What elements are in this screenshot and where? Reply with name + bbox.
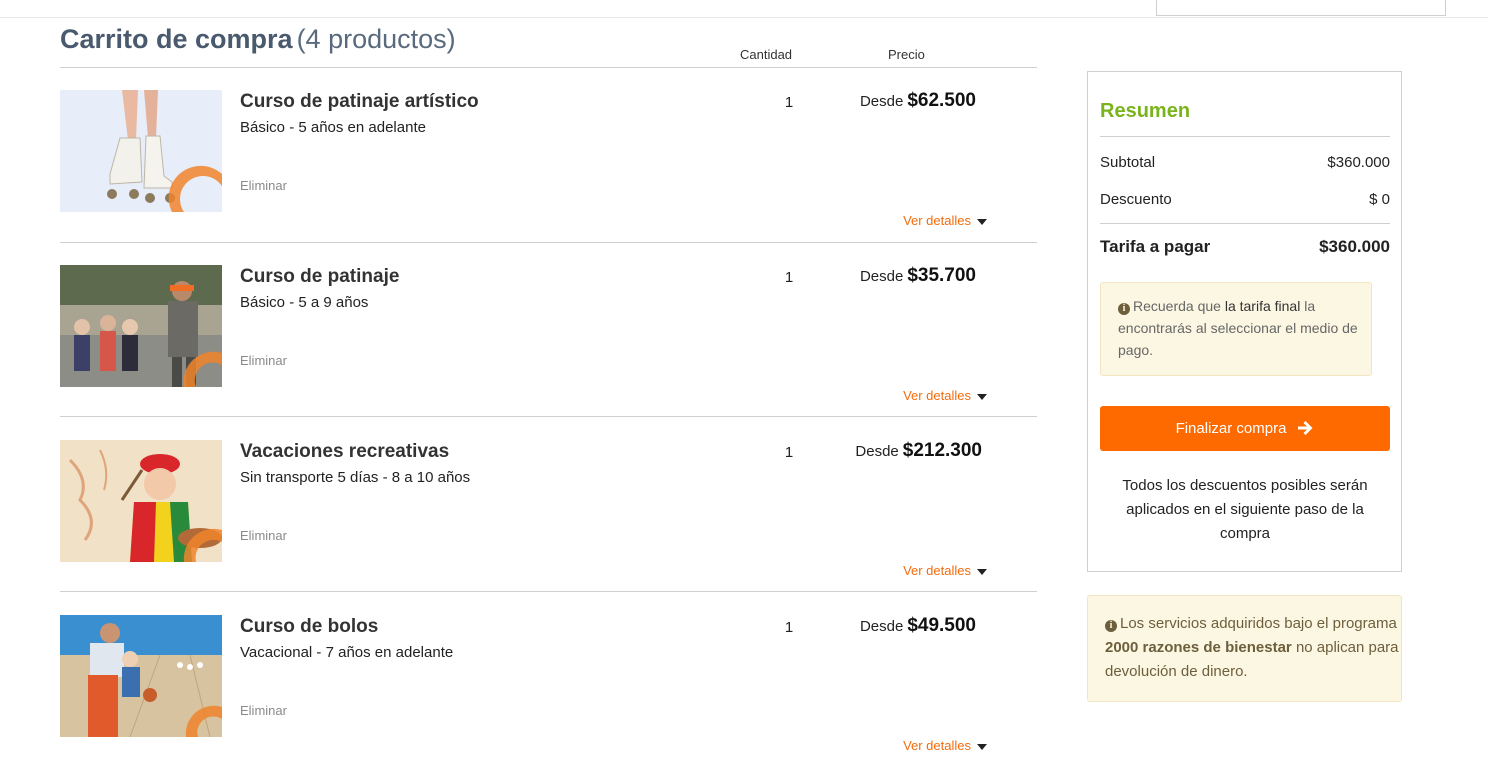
note-prefix: Recuerda que <box>1133 298 1221 314</box>
notice-prefix: Los servicios adquiridos bajo el program… <box>1120 615 1397 632</box>
caret-down-icon <box>977 743 987 750</box>
price: Desde $49.500 <box>830 615 976 637</box>
final-fare-note: i Recuerda que la tarifa final la encontr… <box>1100 282 1372 376</box>
subtotal-label: Subtotal <box>1100 154 1156 171</box>
caret-down-icon <box>977 218 987 225</box>
cart-item: Curso de patinaje Básico - 5 a 9 años El… <box>60 243 1037 417</box>
row-divider <box>60 416 1037 417</box>
view-details-link[interactable]: Ver detalles <box>903 388 987 403</box>
view-details-label: Ver detalles <box>903 388 971 403</box>
view-details-link[interactable]: Ver detalles <box>903 213 987 228</box>
product-name[interactable]: Curso de bolos <box>240 616 378 638</box>
caret-down-icon <box>977 393 987 400</box>
arrow-right-icon <box>1296 410 1314 455</box>
subtotal-row: Subtotal $360.000 <box>1100 154 1390 171</box>
remove-link[interactable]: Eliminar <box>240 353 287 368</box>
price-amount: $212.300 <box>902 440 982 461</box>
quantity-column-header: Cantidad <box>740 47 793 62</box>
total-value: $360.000 <box>1319 237 1390 256</box>
row-divider <box>60 591 1037 592</box>
product-image-vacation <box>60 440 222 562</box>
notice-highlight: 2000 razones de bienestar <box>1105 639 1292 656</box>
product-image-roller <box>60 265 222 387</box>
product-name[interactable]: Vacaciones recreativas <box>240 441 449 463</box>
remove-link[interactable]: Eliminar <box>240 178 287 193</box>
price-amount: $35.700 <box>907 265 976 286</box>
view-details-label: Ver detalles <box>903 738 971 753</box>
quantity-value: 1 <box>784 444 794 461</box>
header-divider <box>0 17 1488 18</box>
product-image-skating <box>60 90 222 212</box>
price: Desde $35.700 <box>830 265 976 287</box>
remove-link[interactable]: Eliminar <box>240 528 287 543</box>
price-amount: $49.500 <box>907 615 976 636</box>
cart-title: Carrito de compra <box>60 24 293 54</box>
checkout-label: Finalizar compra <box>1175 420 1287 437</box>
product-count: (4 productos) <box>296 24 456 54</box>
product-variant: Básico - 5 años en adelante <box>240 119 426 136</box>
cart-item: Curso de bolos Vacacional - 7 años en ad… <box>60 593 1037 767</box>
price-amount: $62.500 <box>907 90 976 111</box>
total-label: Tarifa a pagar <box>1100 237 1211 256</box>
caret-down-icon <box>977 568 987 575</box>
quantity-value: 1 <box>784 619 794 636</box>
price: Desde $62.500 <box>830 90 976 112</box>
price-prefix: Desde <box>859 618 904 635</box>
view-details-link[interactable]: Ver detalles <box>903 563 987 578</box>
discount-label: Descuento <box>1100 191 1172 208</box>
total-row: Tarifa a pagar $360.000 <box>1100 237 1390 257</box>
remove-link[interactable]: Eliminar <box>240 703 287 718</box>
quantity-value: 1 <box>784 94 794 111</box>
product-name[interactable]: Curso de patinaje artístico <box>240 91 479 113</box>
info-circle-icon: i <box>1105 620 1117 632</box>
price-column-header: Precio <box>888 47 925 62</box>
product-variant: Vacacional - 7 años en adelante <box>240 644 454 661</box>
cart-item: Curso de patinaje artístico Básico - 5 a… <box>60 68 1037 242</box>
price: Desde $212.300 <box>836 440 982 462</box>
summary-divider <box>1100 136 1390 137</box>
page-title: Carrito de compra (4 productos) <box>60 24 456 55</box>
product-image-bowling <box>60 615 222 737</box>
info-circle-icon: i <box>1118 303 1130 315</box>
price-prefix: Desde <box>855 443 899 460</box>
subtotal-value: $360.000 <box>1327 154 1390 171</box>
checkout-button[interactable]: Finalizar compra <box>1100 406 1390 451</box>
price-prefix: Desde <box>859 93 904 110</box>
note-highlight: la tarifa final <box>1224 298 1301 314</box>
view-details-label: Ver detalles <box>903 563 971 578</box>
view-details-link[interactable]: Ver detalles <box>903 738 987 753</box>
quantity-value: 1 <box>784 269 794 286</box>
product-variant: Básico - 5 a 9 años <box>240 294 369 311</box>
discount-value: $ 0 <box>1369 191 1390 208</box>
product-name[interactable]: Curso de patinaje <box>240 266 399 288</box>
summary-divider <box>1100 223 1390 224</box>
refund-policy-notice: i Los servicios adquiridos bajo el progra… <box>1087 595 1402 702</box>
discount-row: Descuento $ 0 <box>1100 191 1390 208</box>
product-variant: Sin transporte 5 días - 8 a 10 años <box>240 469 471 486</box>
discounts-footer-text: Todos los descuentos posibles serán apli… <box>1122 477 1368 542</box>
cart-item: Vacaciones recreativas Sin transporte 5 … <box>60 418 1037 592</box>
header-search-box[interactable] <box>1156 0 1446 16</box>
price-prefix: Desde <box>859 268 904 285</box>
summary-title: Resumen <box>1100 100 1191 122</box>
order-summary-panel: Resumen Subtotal $360.000 Descuento $ 0 … <box>1087 71 1402 572</box>
view-details-label: Ver detalles <box>903 213 971 228</box>
